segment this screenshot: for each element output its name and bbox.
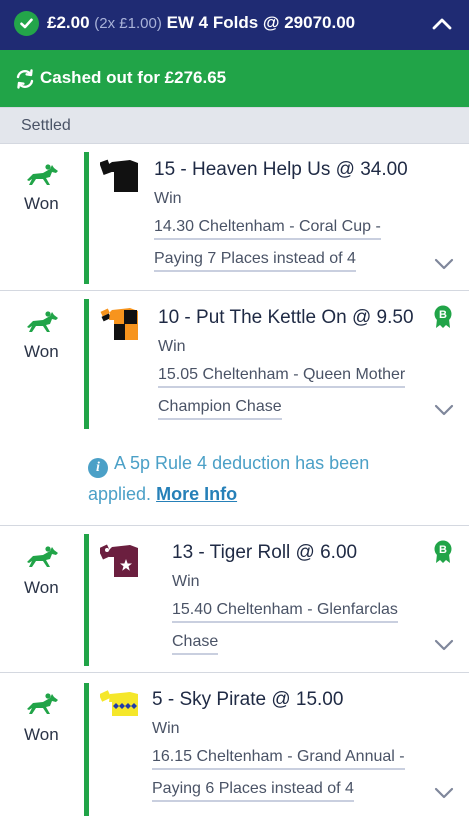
race-link-continued[interactable]: Chase xyxy=(172,633,219,655)
selection-row[interactable]: Won 10 - Put The Kettle On @ 9.50 B Win … xyxy=(0,291,469,526)
market-name: Win xyxy=(152,720,180,737)
selection-title: 5 - Sky Pirate @ 15.00 xyxy=(152,689,344,710)
expand-chevron-down-icon[interactable] xyxy=(433,257,455,271)
cashout-text: Cashed out for £276.65 xyxy=(40,68,227,87)
race-link-continued[interactable]: Paying 7 Places instead of 4 xyxy=(154,250,356,272)
orange-black-check-silk-icon xyxy=(100,308,138,340)
maroon-star-silk-icon xyxy=(100,544,138,577)
yellow-blue-diamonds-silk-icon xyxy=(100,690,138,716)
selection-row[interactable]: Won 13 - Tiger Roll @ 6.00 B Win 15.40 C… xyxy=(0,526,469,673)
racehorse-icon xyxy=(27,311,58,332)
bet-summary: £2.00 (2x £1.00) EW 4 Folds @ 29070.00 xyxy=(47,13,355,33)
selection-title: 13 - Tiger Roll @ 6.00 xyxy=(172,542,358,563)
result-won: Won xyxy=(24,578,59,597)
expand-chevron-down-icon[interactable] xyxy=(433,786,455,800)
boost-badge-letter: B xyxy=(439,544,447,556)
racehorse-icon xyxy=(27,546,58,567)
cashout-banner: Cashed out for £276.65 xyxy=(0,50,469,107)
result-won: Won xyxy=(24,342,59,361)
more-info-link[interactable]: More Info xyxy=(156,484,237,504)
stake-detail: (2x £1.00) xyxy=(94,15,162,32)
success-check-icon xyxy=(14,11,39,36)
expand-chevron-down-icon[interactable] xyxy=(433,403,455,417)
result-won: Won xyxy=(24,194,59,213)
selection-title: 15 - Heaven Help Us @ 34.00 xyxy=(154,159,408,180)
selection-row[interactable]: Won 15 - Heaven Help Us @ 34.00 Win 14.3… xyxy=(0,144,469,291)
market-name: Win xyxy=(158,338,186,355)
market-name: Win xyxy=(154,190,182,207)
cashout-refresh-icon xyxy=(16,69,34,89)
boost-badge-icon: B xyxy=(434,540,452,563)
race-link[interactable]: 15.40 Cheltenham - Glenfarclas xyxy=(172,601,398,623)
race-link-continued[interactable]: Champion Chase xyxy=(158,398,282,420)
race-link[interactable]: 16.15 Cheltenham - Grand Annual - xyxy=(152,748,405,770)
race-link[interactable]: 15.05 Cheltenham - Queen Mother xyxy=(158,366,406,388)
black-silk-icon xyxy=(100,159,138,192)
bet-type: EW 4 Folds @ 29070.00 xyxy=(166,13,356,32)
market-name: Win xyxy=(172,573,200,590)
rule4-notice: iA 5p Rule 4 deduction has been applied.… xyxy=(88,448,428,510)
won-status-bar xyxy=(84,683,89,816)
won-status-bar xyxy=(84,299,89,429)
selection-row[interactable]: Won 5 - Sky Pirate @ 15.00 Win 16.15 Che… xyxy=(0,673,469,816)
won-status-bar xyxy=(84,534,89,666)
racehorse-icon xyxy=(27,693,58,714)
selection-title: 10 - Put The Kettle On @ 9.50 xyxy=(158,307,414,328)
race-link[interactable]: 14.30 Cheltenham - Coral Cup - xyxy=(154,218,381,240)
won-status-bar xyxy=(84,152,89,284)
settled-label: Settled xyxy=(21,117,71,134)
stake-amount: £2.00 xyxy=(47,13,90,32)
bet-header[interactable]: £2.00 (2x £1.00) EW 4 Folds @ 29070.00 xyxy=(0,0,469,50)
settled-section-header: Settled xyxy=(0,107,469,144)
racehorse-icon xyxy=(27,164,58,185)
boost-badge-icon: B xyxy=(434,305,452,328)
race-link-continued[interactable]: Paying 6 Places instead of 4 xyxy=(152,780,354,802)
expand-chevron-down-icon[interactable] xyxy=(433,638,455,652)
info-icon: i xyxy=(88,457,108,478)
collapse-chevron-up-icon[interactable] xyxy=(429,11,455,37)
boost-badge-letter: B xyxy=(439,309,447,321)
result-won: Won xyxy=(24,725,59,744)
